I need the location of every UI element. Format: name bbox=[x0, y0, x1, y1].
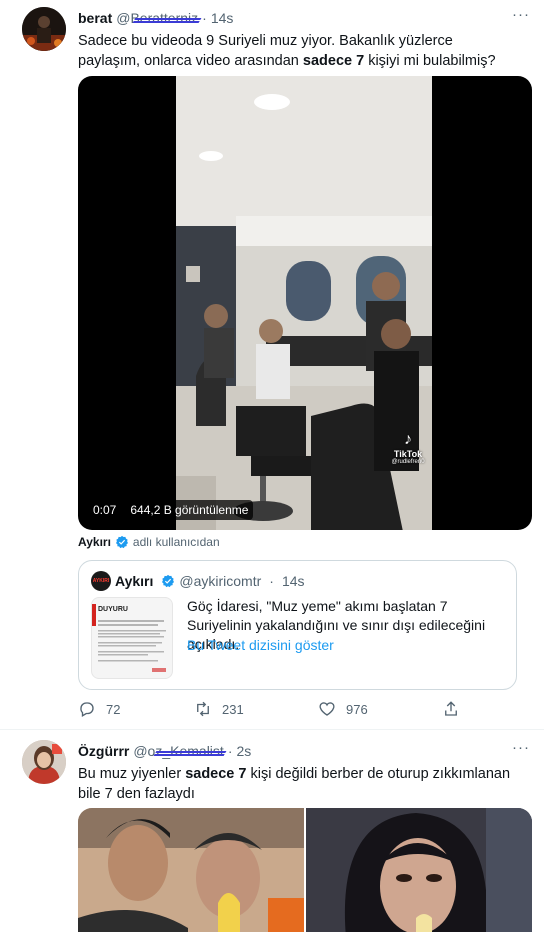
retweet-icon bbox=[197, 701, 209, 717]
reply-count: 72 bbox=[106, 701, 121, 717]
timestamp[interactable]: 2s bbox=[236, 743, 251, 759]
tweet-header: berat @Beratterniz · 14s bbox=[78, 8, 233, 28]
quote-header: AYKIRI Aykırı @aykiricomtr · 14s bbox=[91, 571, 305, 591]
separator-dot: · bbox=[202, 10, 207, 26]
like-count: 976 bbox=[346, 701, 368, 717]
tweet-header: Özgürrr @oz_Kemalist · 2s bbox=[78, 741, 251, 761]
like-button[interactable]: 976 bbox=[318, 700, 368, 718]
quote-author-handle[interactable]: @aykiricomtr bbox=[179, 573, 261, 589]
timestamp[interactable]: 14s bbox=[211, 10, 234, 26]
thumb-text-lines bbox=[98, 620, 166, 672]
media-photo-1[interactable] bbox=[78, 808, 304, 932]
separator-dot: · bbox=[269, 573, 274, 589]
video-views: 644,2 B görüntülenme bbox=[125, 500, 254, 520]
separator-dot: · bbox=[227, 743, 233, 759]
video-frame: ♪ TikTok @rudlefren0 bbox=[176, 76, 432, 530]
more-options-icon[interactable]: ··· bbox=[512, 740, 530, 761]
verified-badge-icon bbox=[162, 574, 175, 588]
quote-author-name[interactable]: Aykırı bbox=[115, 573, 153, 589]
tweet-text: Bu muz yiyenler sadece 7 kişi değildi be… bbox=[78, 766, 511, 802]
tweet-actions: 72 231 976 bbox=[72, 700, 472, 724]
author-name[interactable]: Özgürrr bbox=[78, 743, 129, 759]
media-photo-2[interactable] bbox=[306, 808, 532, 932]
video-source-line: Aykırı adlı kullanıcıdan bbox=[78, 535, 220, 549]
tiktok-watermark: ♪ TikTok @rudlefren0 bbox=[388, 431, 428, 465]
show-thread-link[interactable]: Bu Tweet dizisini göster bbox=[187, 637, 334, 653]
tweet-ozgurrr[interactable]: Özgürrr @oz_Kemalist · 2s ··· Bu muz yiy… bbox=[0, 731, 544, 932]
tweet-berat[interactable]: berat @Beratterniz · 14s ··· Sadece bu v… bbox=[0, 0, 544, 730]
quoted-tweet[interactable]: AYKIRI Aykırı @aykiricomtr · 14s DUYURU bbox=[78, 560, 517, 690]
quote-avatar[interactable]: AYKIRI bbox=[91, 571, 111, 591]
quote-thumbnail[interactable]: DUYURU bbox=[91, 597, 173, 679]
more-options-icon[interactable]: ··· bbox=[512, 7, 530, 28]
heart-icon bbox=[319, 702, 335, 716]
reply-button[interactable]: 72 bbox=[78, 700, 120, 718]
retweet-count: 231 bbox=[222, 701, 244, 717]
share-button[interactable] bbox=[442, 700, 460, 718]
video-meta: 0:07 644,2 B görüntülenme bbox=[88, 500, 254, 520]
reply-icon bbox=[80, 702, 94, 717]
author-handle[interactable]: @Beratterniz bbox=[116, 10, 202, 26]
author-name[interactable]: berat bbox=[78, 10, 112, 26]
video-time: 0:07 bbox=[88, 500, 122, 520]
avatar[interactable] bbox=[22, 7, 66, 51]
source-suffix: adlı kullanıcıdan bbox=[132, 535, 220, 549]
author-handle[interactable]: @oz_Kemalist bbox=[133, 743, 228, 759]
redaction-scribble bbox=[153, 751, 228, 756]
redaction-scribble bbox=[132, 18, 202, 23]
tweet-text: Sadece bu videoda 9 Suriyeli muz yiyor. … bbox=[78, 33, 496, 69]
tiktok-icon: ♪ bbox=[404, 431, 412, 448]
avatar[interactable] bbox=[22, 740, 66, 784]
retweet-button[interactable]: 231 bbox=[194, 700, 244, 718]
source-account-name[interactable]: Aykırı bbox=[78, 535, 111, 549]
video-player[interactable]: ♪ TikTok @rudlefren0 0:07 644,2 B görünt… bbox=[78, 76, 532, 530]
quote-timestamp[interactable]: 14s bbox=[282, 573, 305, 589]
share-icon bbox=[445, 701, 457, 716]
media-grid bbox=[78, 808, 532, 932]
verified-badge-icon bbox=[115, 535, 128, 549]
